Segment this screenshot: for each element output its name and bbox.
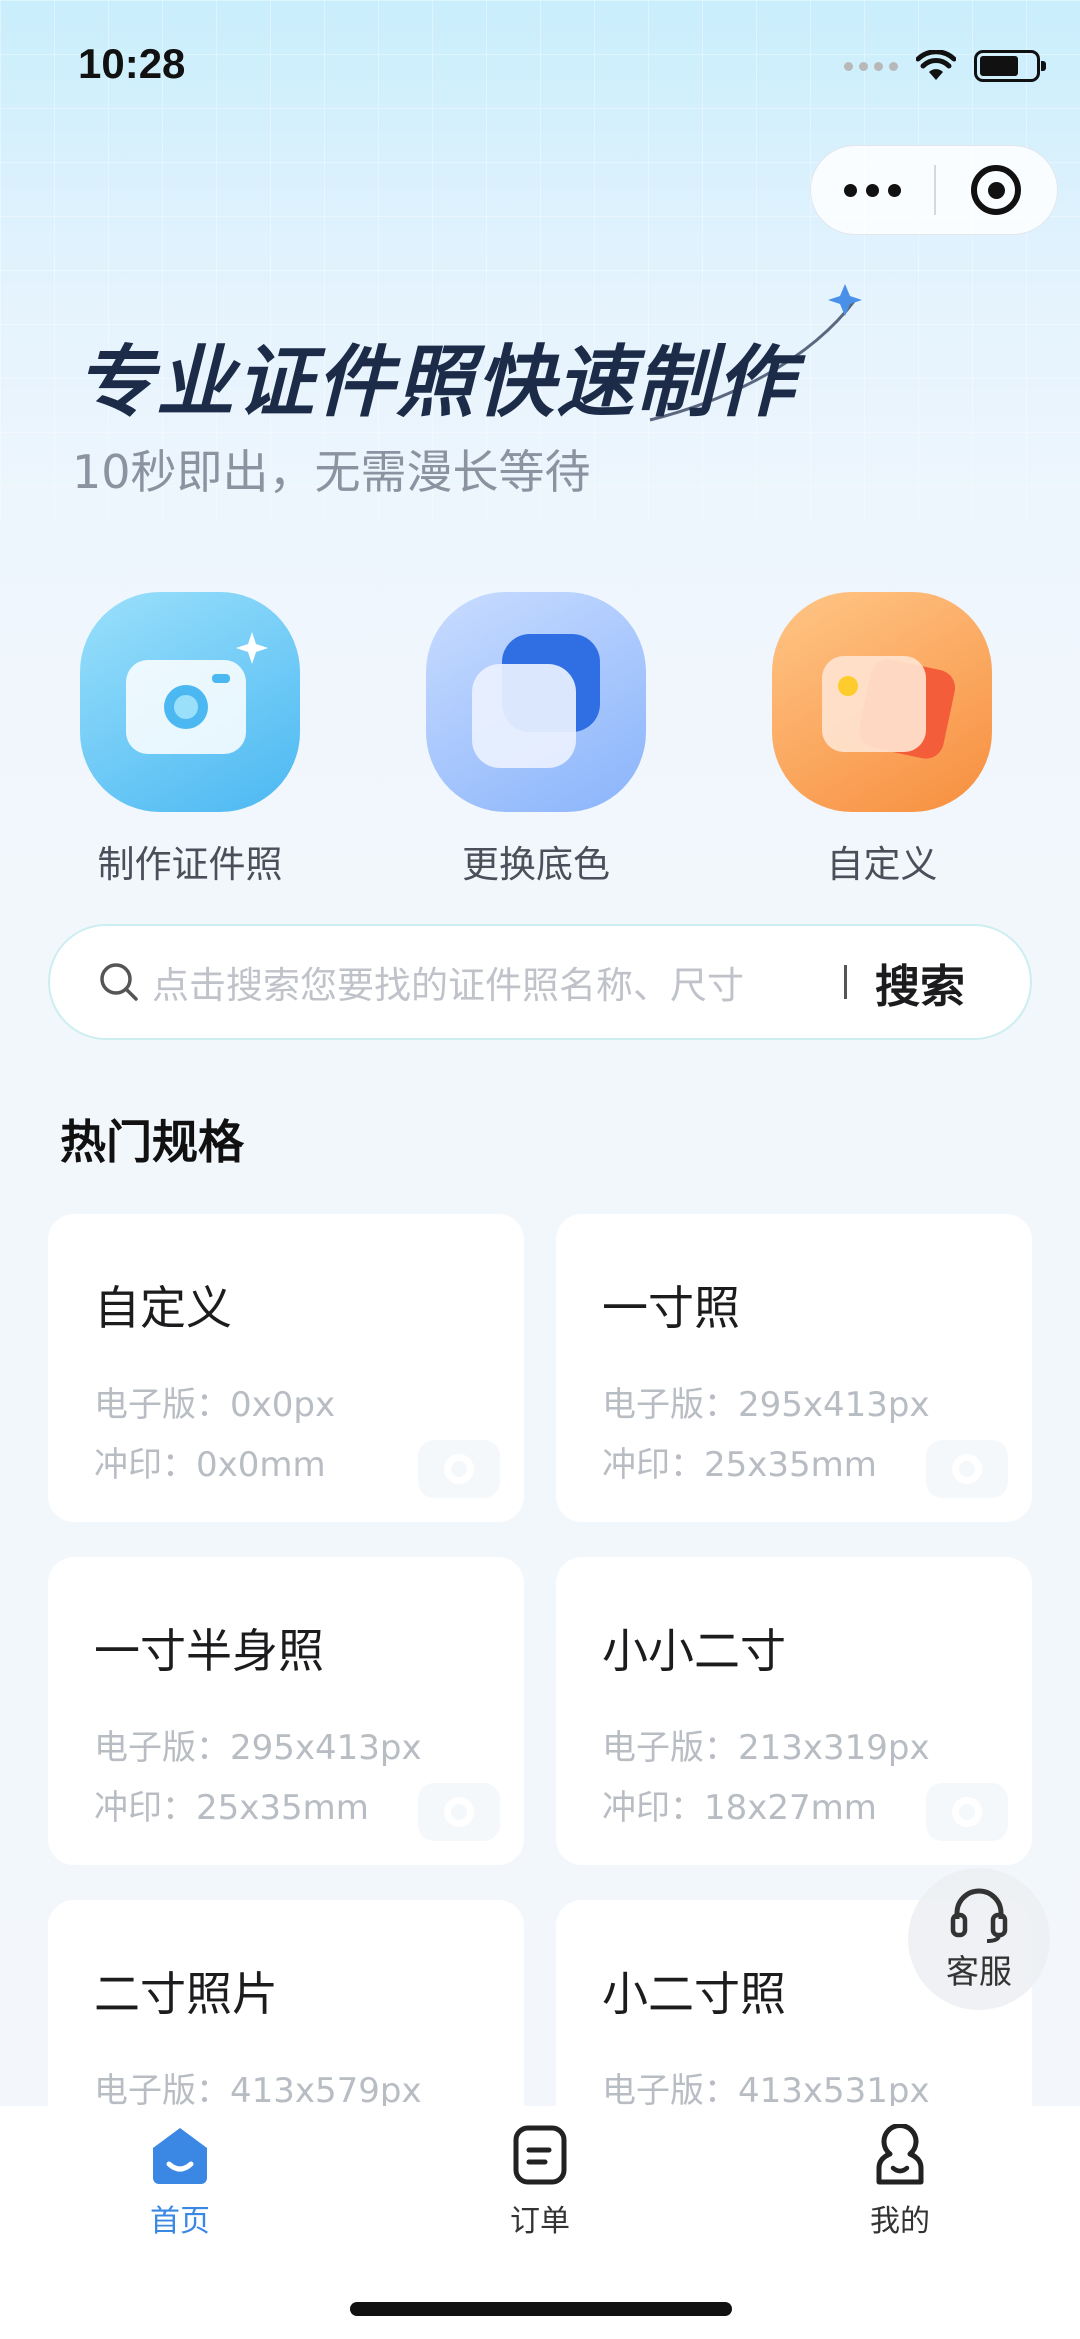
customer-service-button[interactable]: 客服 (908, 1868, 1050, 2010)
image-icon (772, 592, 992, 812)
profile-icon (876, 2124, 924, 2185)
wifi-icon (916, 50, 956, 80)
customer-service-label: 客服 (946, 1952, 1012, 1991)
spec-name: 小二寸照 (602, 1967, 786, 2021)
tab-label: 订单 (510, 2204, 570, 2239)
camera-watermark-icon (926, 1440, 1008, 1498)
spec-print-size: 冲印：18x27mm (602, 1788, 877, 1828)
status-indicators (844, 48, 1046, 84)
spec-digital-size: 电子版：295x413px (94, 1728, 422, 1768)
camera-watermark-icon (926, 1783, 1008, 1841)
spec-digital-size: 电子版：213x319px (602, 1728, 930, 1768)
search-divider (844, 965, 847, 999)
spec-digital-size: 电子版：413x531px (602, 2071, 930, 2111)
status-time: 10:28 (78, 40, 186, 87)
tab-label: 我的 (870, 2204, 930, 2239)
feature-label: 自定义 (826, 843, 938, 886)
camera-watermark-icon (418, 1783, 500, 1841)
tab-orders[interactable]: 订单 (460, 2124, 620, 2240)
more-button[interactable] (811, 146, 934, 234)
orders-icon (513, 2125, 567, 2185)
search-input[interactable]: 点击搜索您要找的证件照名称、尺寸 (152, 955, 832, 1009)
search-button[interactable]: 搜索 (875, 950, 965, 1015)
layers-icon (426, 592, 646, 812)
spec-name: 小小二寸 (602, 1624, 786, 1678)
spec-print-size: 冲印：25x35mm (602, 1445, 877, 1485)
section-title: 热门规格 (60, 1115, 244, 1169)
spec-name: 一寸半身照 (94, 1624, 324, 1678)
tab-label: 首页 (150, 2204, 210, 2239)
feature-make-id-photo[interactable]: 制作证件照 (80, 592, 300, 888)
spec-digital-size: 电子版：0x0px (94, 1385, 336, 1425)
spec-print-size: 冲印：25x35mm (94, 1788, 369, 1828)
feature-label: 更换底色 (462, 843, 610, 886)
close-miniprogram-button[interactable] (936, 146, 1057, 234)
target-icon (971, 165, 1022, 215)
spec-card[interactable]: 一寸照 电子版：295x413px 冲印：25x35mm (556, 1214, 1032, 1522)
spec-name: 自定义 (94, 1281, 232, 1335)
feature-label: 制作证件照 (97, 843, 283, 886)
spec-name: 二寸照片 (94, 1967, 278, 2021)
feature-custom[interactable]: 自定义 (772, 592, 992, 888)
hero-subtitle: 10秒即出，无需漫长等待 (72, 445, 591, 499)
spec-card[interactable]: 一寸半身照 电子版：295x413px 冲印：25x35mm (48, 1557, 524, 1865)
camera-icon (80, 592, 300, 812)
spec-card[interactable]: 自定义 电子版：0x0px 冲印：0x0mm (48, 1214, 524, 1522)
home-indicator (350, 2302, 732, 2316)
spec-print-size: 冲印：0x0mm (94, 1445, 326, 1485)
tab-home[interactable]: 首页 (100, 2124, 260, 2240)
spec-name: 一寸照 (602, 1281, 740, 1335)
home-icon (153, 2128, 207, 2184)
battery-icon (974, 50, 1046, 82)
tab-profile[interactable]: 我的 (820, 2124, 980, 2240)
feature-change-background[interactable]: 更换底色 (426, 592, 646, 888)
spec-digital-size: 电子版：413x579px (94, 2071, 422, 2111)
miniprogram-capsule (810, 145, 1058, 235)
cellular-signal-icon (844, 61, 898, 71)
search-icon (100, 963, 138, 1001)
spec-digital-size: 电子版：295x413px (602, 1385, 930, 1425)
hero-title: 专业证件照快速制作 (76, 338, 797, 428)
search-bar[interactable]: 点击搜索您要找的证件照名称、尺寸 搜索 (48, 924, 1032, 1040)
spec-card[interactable]: 小小二寸 电子版：213x319px 冲印：18x27mm (556, 1557, 1032, 1865)
headset-icon (950, 1888, 1008, 1943)
camera-watermark-icon (418, 1440, 500, 1498)
